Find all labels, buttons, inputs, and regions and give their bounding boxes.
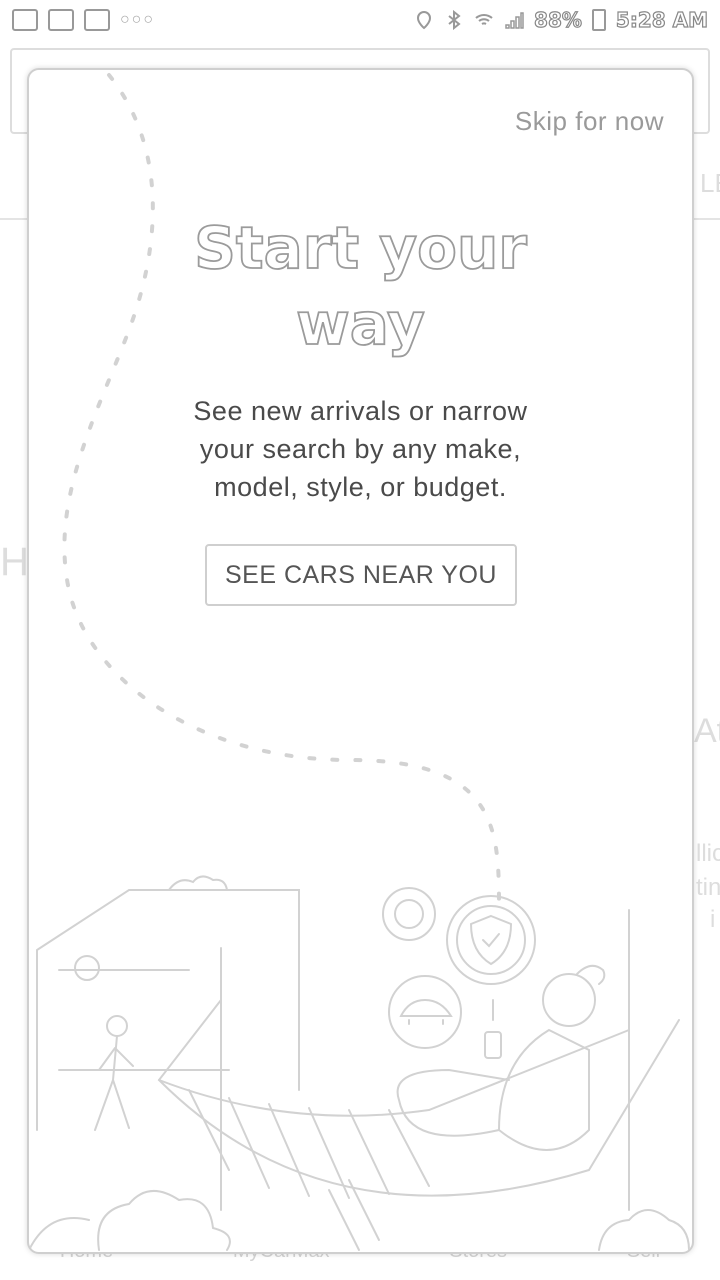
- modal-title: Start your way: [29, 210, 692, 362]
- skip-for-now-link[interactable]: Skip for now: [515, 106, 664, 137]
- status-bar: ○○○ 88% 5:28 AM: [0, 0, 720, 40]
- see-cars-near-you-button[interactable]: SEE CARS NEAR YOU: [205, 544, 517, 606]
- background-text-fragment: LE: [700, 168, 720, 198]
- image-icon: [48, 9, 74, 31]
- background-text-fragment: At: [694, 712, 720, 750]
- status-right-icons: 88% 5:28 AM: [414, 7, 709, 33]
- status-left-icons: ○○○: [12, 9, 155, 31]
- battery-percent: 88%: [533, 7, 582, 32]
- description-line: model, style, or budget.: [214, 472, 507, 502]
- wifi-icon: [475, 14, 493, 25]
- clock: 5:28 AM: [615, 7, 708, 32]
- background-text-fragment: llic: [696, 840, 720, 867]
- background-text-fragment: i: [710, 906, 716, 933]
- more-dots-icon: ○○○: [120, 11, 155, 28]
- background-text-fragment: H: [0, 540, 29, 584]
- background-text-fragment: tin: [696, 874, 720, 901]
- title-line: way: [295, 289, 426, 359]
- bluetooth-icon: [448, 10, 461, 30]
- description-line: your search by any make,: [199, 434, 522, 464]
- title-line: Start your: [193, 213, 528, 283]
- onboarding-modal: Skip for now Start your way See new arri…: [27, 68, 694, 1254]
- checkbox-icon: [12, 9, 38, 31]
- mail-icon: [84, 9, 110, 31]
- modal-description: See new arrivals or narrow your search b…: [139, 392, 582, 506]
- signal-icon: [505, 12, 524, 29]
- description-line: See new arrivals or narrow: [193, 396, 528, 426]
- location-icon: [417, 10, 432, 30]
- battery-icon: [591, 9, 606, 31]
